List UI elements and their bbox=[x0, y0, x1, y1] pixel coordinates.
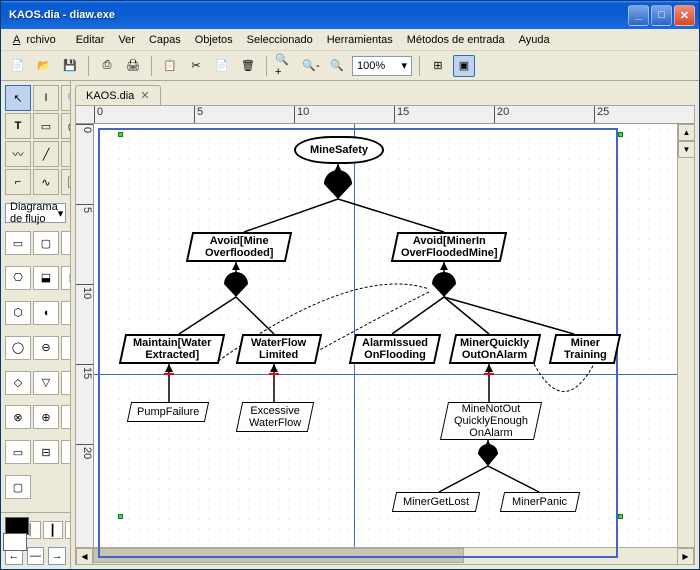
obstacle-miner-panic[interactable]: MinerPanic bbox=[500, 492, 580, 512]
shape-storage[interactable]: ⌓ bbox=[61, 301, 70, 325]
obstacle-miner-lost[interactable]: MinerGetLost bbox=[392, 492, 480, 512]
shape-terminator[interactable]: ◯ bbox=[5, 336, 31, 360]
snap-grid-button[interactable]: ⊞ bbox=[427, 55, 449, 77]
zoom-out-button[interactable]: 🔍- bbox=[300, 55, 322, 77]
document-tab[interactable]: KAOS.dia ✕ bbox=[75, 85, 161, 105]
ruler-vertical: 0510 1520 bbox=[76, 124, 94, 547]
shape-document[interactable]: ⎔ bbox=[5, 266, 31, 290]
shape-category-combo[interactable]: Diagrama de flujo▾ bbox=[5, 203, 66, 223]
shape-sort[interactable]: ◇ bbox=[5, 371, 31, 395]
goal-maintain-extract[interactable]: Maintain[WaterExtracted] bbox=[119, 334, 225, 364]
tool-sidebar: ↖ I 🔍 ✥ T ▭ ◯ ⬠ 〰 ╱ ◠ ⟋ ⌐ ∿ 🖼 ▨ Diagrama… bbox=[1, 81, 71, 569]
shape-process[interactable]: ▭ bbox=[5, 231, 31, 255]
titlebar: KAOS.dia - diaw.exe _ □ ✕ bbox=[1, 1, 699, 29]
open-file-button[interactable]: 📂 bbox=[33, 55, 55, 77]
shape-roundrect[interactable]: ▢ bbox=[33, 231, 59, 255]
line-width-2[interactable]: ┃ bbox=[43, 521, 63, 539]
background-color[interactable] bbox=[3, 533, 27, 551]
menu-ver[interactable]: Ver bbox=[112, 31, 141, 49]
line-style-combo[interactable]: — bbox=[27, 547, 45, 565]
ellipse-tool[interactable]: ◯ bbox=[61, 113, 71, 139]
arc-tool[interactable]: ◠ bbox=[61, 141, 71, 167]
menu-seleccionado[interactable]: Seleccionado bbox=[241, 31, 319, 49]
shape-predefined[interactable]: ▭ bbox=[5, 440, 31, 464]
shape-card[interactable]: ◫ bbox=[61, 266, 70, 290]
export-button[interactable]: ⎙ bbox=[96, 55, 118, 77]
shape-sum[interactable]: ⊕ bbox=[33, 405, 59, 429]
menu-capas[interactable]: Capas bbox=[143, 31, 187, 49]
shape-extract[interactable]: △ bbox=[61, 371, 70, 395]
goal-avoid-overflood[interactable]: Avoid[MineOverflooded] bbox=[186, 232, 292, 262]
copy-button[interactable]: 📋 bbox=[159, 55, 181, 77]
pointer-tool[interactable]: ↖ bbox=[5, 85, 31, 111]
shape-connector[interactable]: ○ bbox=[61, 405, 70, 429]
shape-or[interactable]: ⊗ bbox=[5, 405, 31, 429]
obstacle-not-out-quickly[interactable]: MineNotOutQuicklyEnoughOnAlarm bbox=[440, 402, 542, 440]
window-title: KAOS.dia - diaw.exe bbox=[5, 9, 628, 21]
obstacle-excessive-flow[interactable]: ExcessiveWaterFlow bbox=[236, 402, 314, 432]
text-tool[interactable]: T bbox=[5, 113, 31, 139]
tab-close-icon[interactable]: ✕ bbox=[140, 89, 149, 102]
image-tool[interactable]: 🖼 bbox=[61, 169, 71, 195]
menu-editar[interactable]: Editar bbox=[70, 31, 111, 49]
goal-root[interactable]: MineSafety bbox=[294, 136, 384, 164]
menubar: Archivo Editar Ver Capas Objetos Selecci… bbox=[1, 29, 699, 51]
menu-herramientas[interactable]: Herramientas bbox=[321, 31, 399, 49]
box-tool[interactable]: ▭ bbox=[33, 113, 59, 139]
minimize-button[interactable]: _ bbox=[628, 5, 649, 26]
diagram-canvas[interactable]: MineSafety Avoid[MineOverflooded] Avoid[… bbox=[94, 124, 677, 547]
shape-palette: ▭ ▢ ◇ ⏢ ⎔ ⬓ ◫ ⬠ ⬡ ◖ ⌓ ▱ ◯ ⊖ ⊜ ○ ◇ ▽ △ ⋈ bbox=[1, 227, 70, 512]
arrow-end-combo[interactable]: → bbox=[48, 547, 66, 565]
polyline-tool[interactable]: ⌐ bbox=[5, 169, 31, 195]
goal-waterflow-limited[interactable]: WaterFlowLimited bbox=[236, 334, 322, 364]
new-file-button[interactable]: 📄 bbox=[7, 55, 29, 77]
shape-disk[interactable]: ⊜ bbox=[61, 336, 70, 360]
cut-button[interactable]: ✂ bbox=[185, 55, 207, 77]
text-edit-tool[interactable]: I bbox=[33, 85, 59, 111]
shape-decision[interactable]: ◇ bbox=[61, 231, 70, 255]
menu-ayuda[interactable]: Ayuda bbox=[513, 31, 556, 49]
shape-database[interactable]: ⊖ bbox=[33, 336, 59, 360]
line-tool[interactable]: ╱ bbox=[33, 141, 59, 167]
zoom-fit-button[interactable]: 🔍 bbox=[326, 55, 348, 77]
shape-internal[interactable]: ⊟ bbox=[33, 440, 59, 464]
close-button[interactable]: ✕ bbox=[674, 5, 695, 26]
menu-archivo[interactable]: Archivo bbox=[7, 31, 68, 49]
save-file-button[interactable]: 💾 bbox=[59, 55, 81, 77]
goal-miner-training[interactable]: MinerTraining bbox=[549, 334, 621, 364]
goal-miner-quickly-out[interactable]: MinerQuicklyOutOnAlarm bbox=[449, 334, 541, 364]
zoom-combo[interactable]: 100%▾ bbox=[352, 56, 412, 76]
goal-avoid-miner-in[interactable]: Avoid[MinerInOverFloodedMine] bbox=[391, 232, 507, 262]
shape-delay[interactable]: ◗ bbox=[61, 440, 70, 464]
menu-metodos[interactable]: Métodos de entrada bbox=[401, 31, 511, 49]
shape-display[interactable]: ◖ bbox=[33, 301, 59, 325]
shape-tab[interactable]: ⬓ bbox=[33, 266, 59, 290]
magnify-tool[interactable]: 🔍 bbox=[61, 85, 71, 111]
scrollbar-vertical[interactable]: ▲ ▼ bbox=[677, 124, 694, 547]
delete-button[interactable]: 🗑 bbox=[237, 55, 259, 77]
goal-alarm-issued[interactable]: AlarmIssuedOnFlooding bbox=[349, 334, 441, 364]
shape-badge[interactable]: ⬡ bbox=[5, 301, 31, 325]
shape-merge[interactable]: ▽ bbox=[33, 371, 59, 395]
print-button[interactable]: 🖨 bbox=[122, 55, 144, 77]
bezier-tool[interactable]: 〰 bbox=[5, 141, 31, 167]
menu-objetos[interactable]: Objetos bbox=[189, 31, 239, 49]
bezierline-tool[interactable]: ∿ bbox=[33, 169, 59, 195]
ruler-horizontal: 0510 152025 bbox=[76, 106, 694, 124]
main-toolbar: 📄 📂 💾 ⎙ 🖨 📋 ✂ 📄 🗑 🔍+ 🔍- 🔍 100%▾ ⊞ ▣ bbox=[1, 51, 699, 81]
paste-button[interactable]: 📄 bbox=[211, 55, 233, 77]
maximize-button[interactable]: □ bbox=[651, 5, 672, 26]
zoom-in-button[interactable]: 🔍+ bbox=[274, 55, 296, 77]
snap-object-button[interactable]: ▣ bbox=[453, 55, 475, 77]
obstacle-pump-failure[interactable]: PumpFailure bbox=[127, 402, 209, 422]
shape-box2[interactable]: ▢ bbox=[5, 475, 31, 499]
